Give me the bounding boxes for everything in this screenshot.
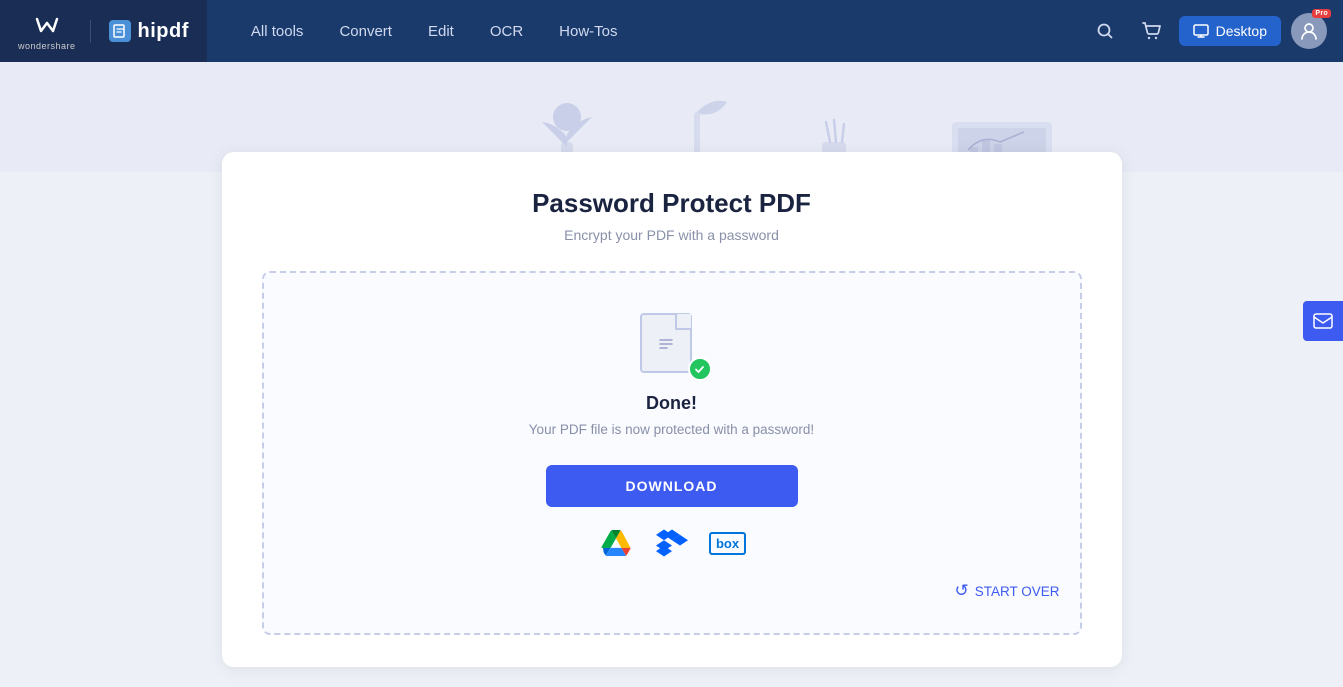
- main-card: Password Protect PDF Encrypt your PDF wi…: [222, 152, 1122, 667]
- hipdf-icon: [109, 20, 131, 42]
- avatar-button[interactable]: Pro: [1291, 13, 1327, 49]
- refresh-icon: ↺: [954, 581, 968, 601]
- google-drive-button[interactable]: [598, 525, 634, 561]
- desktop-label: Desktop: [1216, 23, 1267, 39]
- done-label: Done!: [646, 393, 697, 414]
- search-icon: [1096, 22, 1114, 40]
- hipdf-brand: hipdf: [90, 20, 189, 43]
- page-subtitle: Encrypt your PDF with a password: [262, 227, 1082, 243]
- floating-mail-button[interactable]: [1303, 301, 1343, 341]
- checkmark-icon: [693, 363, 706, 376]
- done-icon-wrap: [640, 313, 704, 377]
- cloud-save-buttons: box: [598, 525, 746, 561]
- nav-convert[interactable]: Convert: [323, 15, 408, 48]
- nav-actions: Desktop Pro: [1087, 13, 1343, 49]
- avatar: [1291, 13, 1327, 49]
- page-title: Password Protect PDF: [262, 188, 1082, 219]
- nav-edit[interactable]: Edit: [412, 15, 470, 48]
- mail-icon: [1313, 313, 1333, 329]
- desktop-icon: [1193, 23, 1209, 39]
- pdf-lines-icon: [655, 332, 677, 354]
- box-button[interactable]: box: [710, 525, 746, 561]
- dropzone: Done! Your PDF file is now protected wit…: [262, 271, 1082, 635]
- start-over-button[interactable]: ↺ START OVER: [284, 581, 1060, 601]
- wondershare-icon: [31, 11, 63, 39]
- start-over-label: START OVER: [975, 584, 1060, 599]
- dropbox-icon: [656, 529, 688, 557]
- check-badge: [688, 357, 712, 381]
- download-button[interactable]: DOWNLOAD: [546, 465, 798, 507]
- wondershare-label: wondershare: [18, 41, 76, 51]
- nav-links: All tools Convert Edit OCR How-Tos: [235, 15, 1087, 48]
- wondershare-logo: wondershare: [18, 11, 76, 51]
- search-button[interactable]: [1087, 13, 1123, 49]
- desktop-button[interactable]: Desktop: [1179, 16, 1281, 46]
- brand-area: wondershare hipdf: [0, 0, 207, 62]
- pdf-doc-icon: [640, 313, 692, 373]
- cart-button[interactable]: [1133, 13, 1169, 49]
- cart-icon: [1141, 21, 1161, 41]
- nav-ocr[interactable]: OCR: [474, 15, 539, 48]
- done-desc: Your PDF file is now protected with a pa…: [529, 422, 814, 437]
- page-content: Password Protect PDF Encrypt your PDF wi…: [0, 172, 1343, 687]
- pro-badge: Pro: [1312, 9, 1331, 18]
- dropbox-button[interactable]: [654, 525, 690, 561]
- google-drive-icon: [601, 530, 631, 556]
- navbar: wondershare hipdf All tools Convert Edit…: [0, 0, 1343, 62]
- hipdf-name: hipdf: [138, 20, 189, 43]
- nav-all-tools[interactable]: All tools: [235, 15, 320, 48]
- box-icon: box: [709, 532, 746, 555]
- nav-how-tos[interactable]: How-Tos: [543, 15, 633, 48]
- user-icon: [1299, 21, 1319, 41]
